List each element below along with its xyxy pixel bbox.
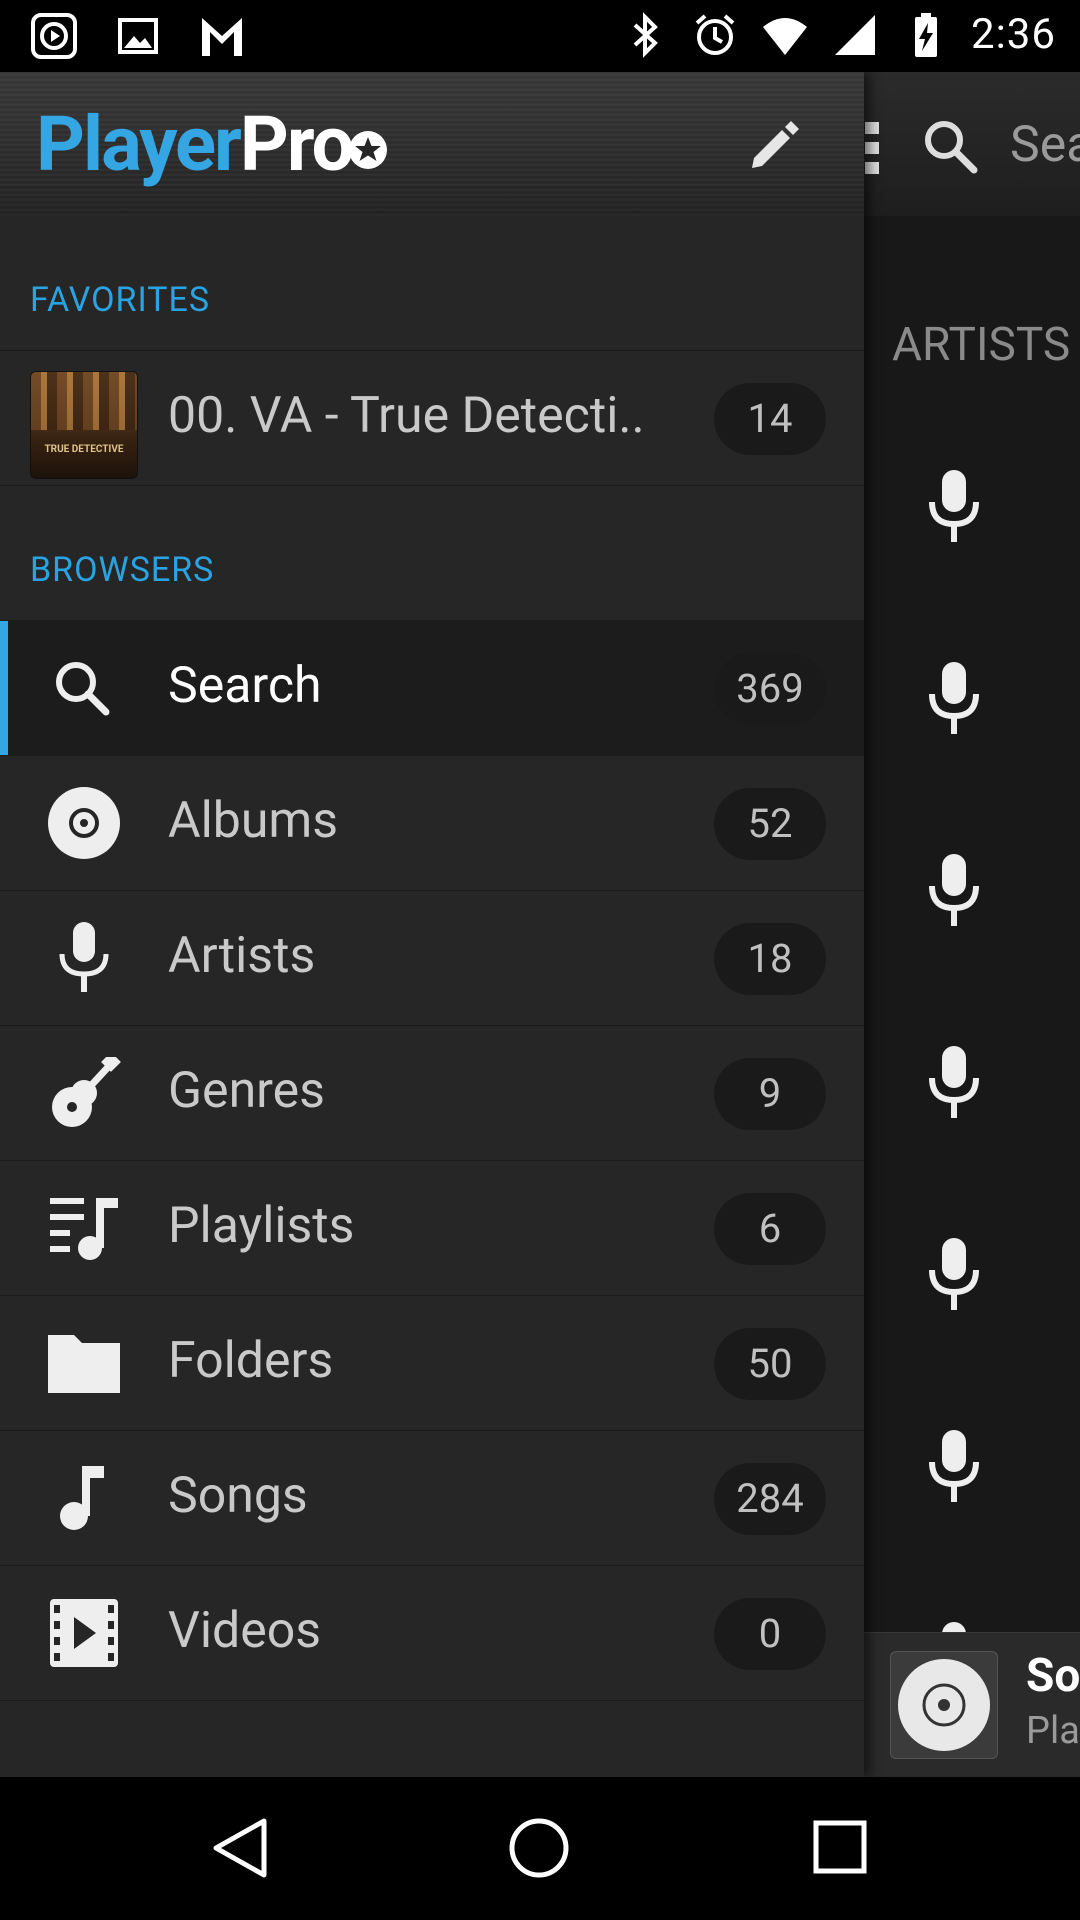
- favorites-header: FAVORITES: [30, 280, 211, 320]
- count-badge: 18: [714, 923, 826, 995]
- star-badge-icon: [349, 130, 388, 169]
- browser-item-label: Songs: [168, 1467, 308, 1525]
- search-icon[interactable]: [920, 116, 980, 176]
- app-logo: PlayerPro: [36, 102, 388, 186]
- microphone-icon: [929, 470, 979, 542]
- album-icon: [898, 1659, 990, 1751]
- microphone-icon: [929, 1046, 979, 1118]
- guitar-icon: [52, 1057, 121, 1127]
- browser-item-playlists[interactable]: Playlists 6: [0, 1161, 864, 1296]
- mini-player[interactable]: So Pla: [864, 1632, 1080, 1778]
- music-app-icon: [31, 13, 77, 59]
- section-title: ARTISTS: [892, 318, 1071, 372]
- browser-item-label: Playlists: [168, 1197, 355, 1255]
- count-badge: 9: [714, 1058, 826, 1130]
- count-badge: 6: [714, 1193, 826, 1265]
- favorite-item-label: 00. VA - True Detecti..: [168, 387, 645, 445]
- microphone-icon: [929, 1238, 979, 1310]
- favorite-item[interactable]: TRUE DETECTIVE 00. VA - True Detecti.. 1…: [0, 351, 864, 486]
- search-icon: [56, 662, 110, 716]
- music-note-icon: [60, 1466, 104, 1530]
- navigation-drawer: PlayerPro FAVORITES TRUE DETECTIVE 00. V…: [0, 72, 864, 1777]
- browser-item-albums[interactable]: Albums 52: [0, 756, 864, 891]
- mini-player-art: [890, 1651, 998, 1759]
- browsers-header: BROWSERS: [30, 550, 215, 590]
- recents-icon[interactable]: [812, 1819, 868, 1875]
- edit-icon[interactable]: [744, 116, 804, 176]
- browser-item-search[interactable]: Search 369: [0, 621, 864, 756]
- count-badge: 369: [714, 653, 826, 725]
- gmail-icon: [202, 18, 242, 56]
- bluetooth-icon: [633, 11, 658, 58]
- microphone-icon: [929, 662, 979, 734]
- count-badge: 52: [714, 788, 826, 860]
- mini-player-title: So: [1026, 1649, 1080, 1703]
- browser-item-label: Videos: [168, 1602, 322, 1660]
- browser-item-label: Artists: [168, 927, 316, 985]
- wifi-icon: [763, 17, 807, 55]
- signal-icon: [835, 14, 875, 55]
- microphone-icon: [59, 922, 109, 992]
- drawer-header: PlayerPro: [0, 72, 864, 216]
- microphone-icon: [929, 1430, 979, 1502]
- browser-item-songs[interactable]: Songs 284: [0, 1431, 864, 1566]
- search-input[interactable]: Sea: [1010, 116, 1080, 174]
- alarm-icon: [695, 13, 735, 55]
- image-icon: [118, 18, 158, 54]
- browser-item-genres[interactable]: Genres 9: [0, 1026, 864, 1161]
- browser-item-folders[interactable]: Folders 50: [0, 1296, 864, 1431]
- back-icon[interactable]: [210, 1817, 270, 1879]
- album-art-thumbnail: TRUE DETECTIVE: [30, 371, 138, 479]
- home-icon[interactable]: [508, 1817, 570, 1879]
- microphone-icon: [929, 854, 979, 926]
- browser-item-artists[interactable]: Artists 18: [0, 891, 864, 1026]
- battery-charging-icon: [915, 12, 937, 57]
- count-badge: 14: [714, 383, 826, 455]
- playlist-icon: [50, 1198, 118, 1260]
- browser-item-label: Folders: [168, 1332, 334, 1390]
- video-icon: [50, 1599, 118, 1667]
- clock: 2:36: [971, 10, 1056, 59]
- browser-item-videos[interactable]: Videos 0: [0, 1566, 864, 1701]
- album-icon: [48, 787, 120, 859]
- background-screen: Sea ARTISTS So Pla: [864, 72, 1080, 1778]
- browser-item-label: Albums: [168, 792, 339, 850]
- count-badge: 0: [714, 1598, 826, 1670]
- browser-item-label: Search: [168, 657, 322, 715]
- count-badge: 284: [714, 1463, 826, 1535]
- system-nav-bar: [0, 1777, 1080, 1920]
- mini-player-subtitle: Pla: [1026, 1709, 1080, 1753]
- browser-item-label: Genres: [168, 1062, 325, 1120]
- folder-icon: [48, 1335, 120, 1393]
- count-badge: 50: [714, 1328, 826, 1400]
- background-toolbar: Sea: [864, 72, 1080, 216]
- status-bar: 2:36: [0, 0, 1080, 72]
